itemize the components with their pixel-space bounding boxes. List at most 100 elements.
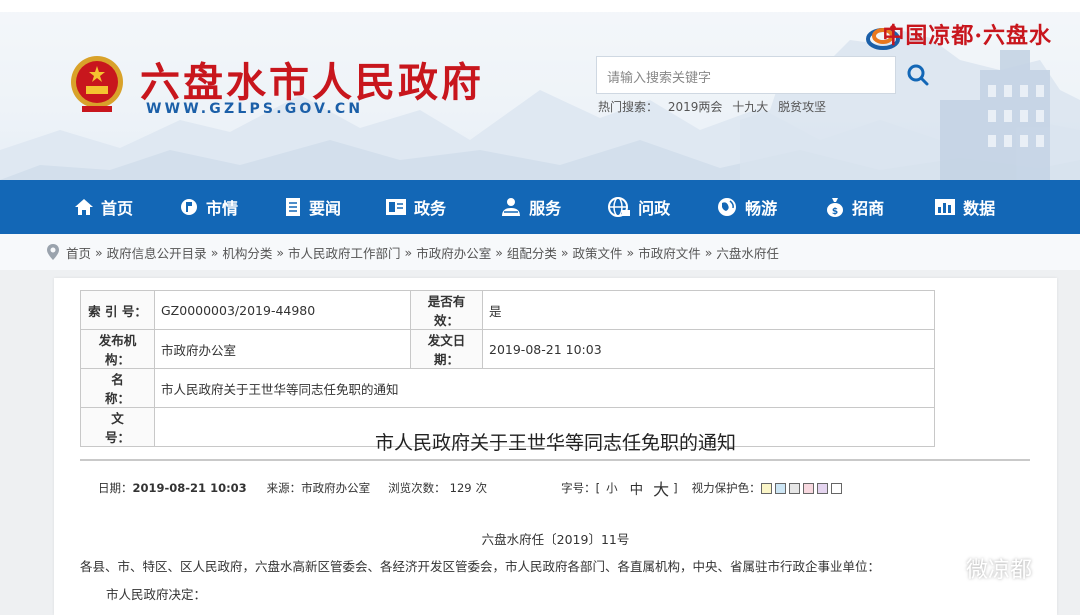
article-info-bar: 日期： 2019-08-21 10:03 来源： 市政府办公室 浏览次数： 12… xyxy=(98,476,845,500)
source-value: 市政府办公室 xyxy=(301,481,371,495)
index-label: 索 引 号： xyxy=(80,290,155,330)
breadcrumb-separator: » xyxy=(95,244,103,260)
nav-item-city[interactable]: 市情 xyxy=(133,180,238,234)
svg-text:$: $ xyxy=(832,207,838,217)
font-size-bracket-open: [ xyxy=(595,481,601,495)
site-url: WWW.GZLPS.GOV.CN xyxy=(146,101,364,117)
article-panel: 索 引 号： GZ0000003/2019-44980 是否有效： 是 发布机构… xyxy=(54,278,1057,615)
nav-item-inquiry[interactable]: 问政 xyxy=(561,180,670,234)
date-value: 2019-08-21 10:03 xyxy=(132,481,247,495)
brand-slogan: 中国凉都·六盘水 xyxy=(882,23,1052,49)
issue-date-label: 发文日期： xyxy=(410,329,483,369)
nav-item-travel[interactable]: 畅游 xyxy=(670,180,777,234)
font-size-medium[interactable]: 中 xyxy=(630,478,644,498)
nav-item-home[interactable]: 首页 xyxy=(0,180,133,234)
breadcrumb-separator: » xyxy=(704,244,713,260)
nav-label: 畅游 xyxy=(745,199,778,218)
breadcrumb-separator: » xyxy=(404,244,413,260)
eye-protection-swatch[interactable] xyxy=(802,483,814,494)
hot-search-term[interactable]: 脱贫攻坚 xyxy=(778,100,826,114)
issue-date-value: 2019-08-21 10:03 xyxy=(482,329,935,369)
eye-protection-label: 视力保护色： xyxy=(691,481,761,495)
eye-protection-swatch[interactable] xyxy=(816,483,828,494)
font-size-large[interactable]: 大 xyxy=(653,476,669,500)
site-header: 六盘水市人民政府 WWW.GZLPS.GOV.CN 中国凉都·六盘水 请输入搜索… xyxy=(0,0,1080,180)
nav-item-investment[interactable]: $ 招商 xyxy=(777,180,884,234)
table-row: 发布机构： 市政府办公室 发文日期： 2019-08-21 10:03 xyxy=(80,329,935,369)
font-size-bracket-close: ] xyxy=(673,481,678,495)
table-row: 索 引 号： GZ0000003/2019-44980 是否有效： 是 xyxy=(80,290,935,330)
hot-search-term[interactable]: 十九大 xyxy=(732,100,768,114)
nav-label: 要闻 xyxy=(309,199,342,218)
breadcrumb-item[interactable]: 首页 xyxy=(66,243,91,262)
valid-label: 是否有效： xyxy=(410,290,483,330)
main-nav: 首页 市情 要闻 政务 服务 问政 畅游 $ 招商 数据 xyxy=(0,180,1080,234)
breadcrumb-separator: » xyxy=(560,244,569,260)
nav-item-service[interactable]: 服务 xyxy=(446,180,561,234)
table-row: 名 称： 市人民政府关于王世华等同志任免职的通知 xyxy=(80,368,935,408)
site-title[interactable]: 六盘水市人民政府 xyxy=(140,50,484,108)
valid-value: 是 xyxy=(482,290,935,330)
nav-label: 问政 xyxy=(638,199,671,218)
search-icon xyxy=(907,64,929,86)
nav-label: 数据 xyxy=(963,199,996,218)
hot-search-label: 热门搜索： xyxy=(598,100,659,114)
location-pin-icon xyxy=(47,244,59,260)
issuer-label: 发布机构： xyxy=(80,329,155,369)
breadcrumb-separator: » xyxy=(210,244,219,260)
data-icon xyxy=(935,199,956,215)
breadcrumb-item[interactable]: 市政府文件 xyxy=(638,243,701,262)
breadcrumb: 首页» 政府信息公开目录» 机构分类» 市人民政府工作部门» 市政府办公室» 组… xyxy=(0,234,1080,270)
decision-paragraph: 市人民政府决定： xyxy=(106,587,207,602)
title-divider xyxy=(80,459,1030,461)
breadcrumb-item[interactable]: 六盘水府任 xyxy=(716,243,779,262)
source-label: 来源： xyxy=(266,481,302,495)
eye-protection-swatch[interactable] xyxy=(830,483,842,494)
breadcrumb-item[interactable]: 组配分类 xyxy=(507,243,557,262)
nav-item-data[interactable]: 数据 xyxy=(884,180,995,234)
breadcrumb-item[interactable]: 市人民政府工作部门 xyxy=(288,243,401,262)
travel-icon xyxy=(718,198,737,216)
national-emblem-icon xyxy=(71,56,123,112)
nav-label: 政务 xyxy=(414,199,447,218)
breadcrumb-item[interactable]: 机构分类 xyxy=(222,243,272,262)
hot-search-term[interactable]: 2019两会 xyxy=(668,100,723,114)
hot-search: 热门搜索： 2019两会 十九大 脱贫攻坚 xyxy=(598,98,832,115)
inquiry-icon xyxy=(608,197,631,217)
breadcrumb-separator: » xyxy=(495,244,503,260)
document-meta-table: 索 引 号： GZ0000003/2019-44980 是否有效： 是 发布机构… xyxy=(80,290,935,447)
views-unit: 次 xyxy=(475,481,488,495)
font-size-label: 字号： xyxy=(561,481,596,495)
font-size-small[interactable]: 小 xyxy=(606,480,618,496)
issuer-value: 市政府办公室 xyxy=(154,329,411,369)
views-label: 浏览次数： xyxy=(388,481,446,495)
breadcrumb-separator: » xyxy=(626,244,635,260)
watermark-text: 微凉都 xyxy=(966,558,1033,583)
views-value: 129 xyxy=(449,481,472,495)
service-icon xyxy=(502,198,521,216)
home-icon xyxy=(75,199,93,215)
document-number: 六盘水府任〔2019〕11号 xyxy=(481,532,630,547)
breadcrumb-item[interactable]: 市政府办公室 xyxy=(416,243,491,262)
wechat-icon xyxy=(927,556,958,579)
index-value: GZ0000003/2019-44980 xyxy=(154,290,411,330)
breadcrumb-item[interactable]: 政府信息公开目录 xyxy=(107,243,207,262)
government-icon xyxy=(386,199,407,215)
news-icon xyxy=(286,198,301,216)
search-button[interactable] xyxy=(898,56,938,94)
nav-label: 服务 xyxy=(529,199,562,218)
addressee-paragraph: 各县、市、特区、区人民政府，六盘水高新区管委会、各经济开发区管委会，市人民政府各… xyxy=(80,559,881,574)
nav-item-news[interactable]: 要闻 xyxy=(238,180,341,234)
nav-label: 招商 xyxy=(852,199,885,218)
eye-protection-swatch[interactable] xyxy=(788,483,800,494)
eye-protection-swatches xyxy=(760,481,845,495)
eye-protection-swatch[interactable] xyxy=(774,483,786,494)
search-input[interactable]: 请输入搜索关键字 xyxy=(596,56,896,94)
nav-item-government[interactable]: 政务 xyxy=(341,180,446,234)
city-icon xyxy=(181,199,198,215)
article-title: 市人民政府关于王世华等同志任免职的通知 xyxy=(374,432,736,454)
breadcrumb-item[interactable]: 政策文件 xyxy=(573,243,623,262)
eye-protection-swatch[interactable] xyxy=(760,483,772,494)
nav-label: 市情 xyxy=(206,199,239,218)
name-value: 市人民政府关于王世华等同志任免职的通知 xyxy=(154,368,935,408)
